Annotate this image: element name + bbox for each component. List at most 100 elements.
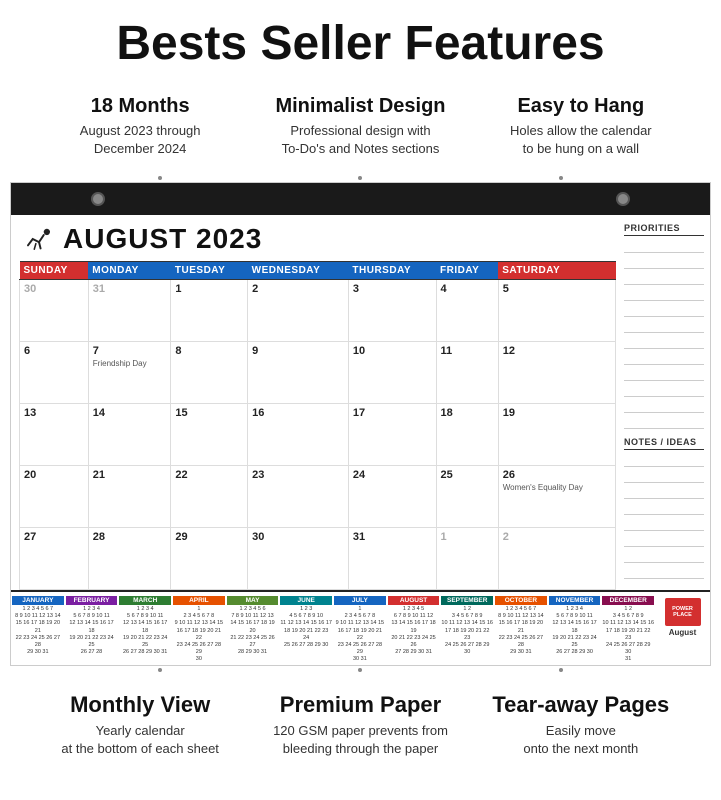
- feature-months-desc: August 2023 throughDecember 2024: [40, 122, 240, 158]
- day-number: 29: [175, 531, 243, 543]
- priority-line: [624, 239, 704, 253]
- feature-hang: Easy to Hang Holes allow the calendarto …: [471, 95, 691, 158]
- mini-month: APRIL12 3 4 5 6 7 89 10 11 12 13 14 1516…: [172, 596, 226, 663]
- mini-month: AUGUST1 2 3 4 56 7 8 9 10 11 1213 14 15 …: [387, 596, 441, 663]
- table-row: 303112345: [20, 280, 616, 342]
- calendar-cell: 20: [20, 466, 89, 528]
- calendar-cell: 5: [498, 280, 615, 342]
- features-top-section: 18 Months August 2023 throughDecember 20…: [0, 85, 721, 174]
- mini-month-dates: 1 2 3 45 6 7 8 9 10 1112 13 14 15 16 17 …: [549, 606, 601, 656]
- calendar-cell: 19: [498, 404, 615, 466]
- day-number: 12: [503, 345, 611, 357]
- mini-month-dates: 1 2 3 4 56 7 8 9 10 11 1213 14 15 16 17 …: [388, 606, 440, 656]
- mini-month-label: JANUARY: [12, 596, 64, 605]
- calendar-cell: 7Friendship Day: [88, 342, 171, 404]
- divider-dot: [358, 176, 362, 180]
- day-number: 18: [441, 407, 494, 419]
- mini-month: NOVEMBER1 2 3 45 6 7 8 9 10 1112 13 14 1…: [548, 596, 602, 663]
- feature-tearaway-heading: Tear-away Pages: [481, 692, 681, 718]
- logo-box: POWER PLACE: [665, 598, 701, 626]
- mini-month: JUNE1 2 34 5 6 7 8 9 1011 12 13 14 15 16…: [279, 596, 333, 663]
- mini-month-dates: 1 2 3 45 6 7 8 9 10 1112 13 14 15 16 17 …: [119, 606, 171, 656]
- feature-design-heading: Minimalist Design: [260, 95, 460, 118]
- priority-line: [624, 319, 704, 333]
- feature-tearaway-desc: Easily moveonto the next month: [481, 722, 681, 758]
- divider-dot: [559, 668, 563, 672]
- calendar-cell: 15: [171, 404, 248, 466]
- calendar-cell: 31: [88, 280, 171, 342]
- day-number: 30: [252, 531, 344, 543]
- feature-hang-heading: Easy to Hang: [481, 95, 681, 118]
- feature-paper-heading: Premium Paper: [260, 692, 460, 718]
- day-number: 23: [252, 469, 344, 481]
- calendar-cell: 30: [248, 528, 349, 590]
- divider-dot: [158, 668, 162, 672]
- day-number: 2: [503, 531, 611, 543]
- col-wednesday: WEDNESDAY: [248, 262, 349, 280]
- mini-month-dates: 1 2 34 5 6 7 8 9 1011 12 13 14 15 16 171…: [280, 606, 332, 649]
- calendar-cell: 17: [348, 404, 436, 466]
- calendar-cell: 2: [248, 280, 349, 342]
- calendar-cell: 26Women's Equality Day: [498, 466, 615, 528]
- calendar-cell: 8: [171, 342, 248, 404]
- feature-months-heading: 18 Months: [40, 95, 240, 118]
- mini-month-label: JULY: [334, 596, 386, 605]
- priority-line: [624, 303, 704, 317]
- calendar-sidebar: PRIORITIES NOTES / IDEAS: [620, 223, 710, 590]
- table-row: 67Friendship Day 89 10 11 12: [20, 342, 616, 404]
- day-number: 1: [175, 283, 243, 295]
- day-number: 30: [24, 283, 84, 295]
- current-month-label: August: [669, 628, 697, 637]
- priority-line: [624, 367, 704, 381]
- mini-month: JULY12 3 4 5 6 7 89 10 11 12 13 14 1516 …: [333, 596, 387, 663]
- divider-dot: [158, 176, 162, 180]
- day-number: 10: [353, 345, 432, 357]
- day-number: 8: [175, 345, 243, 357]
- brand-logo: POWER PLACE August: [655, 596, 710, 639]
- feature-monthly-heading: Monthly View: [40, 692, 240, 718]
- mini-month-dates: 1 23 4 5 6 7 8 910 11 12 13 14 15 1617 1…: [602, 606, 654, 663]
- hanging-hole-left: [91, 192, 105, 206]
- day-number: 25: [441, 469, 494, 481]
- day-number: 16: [252, 407, 344, 419]
- divider-dots-top: [0, 174, 721, 182]
- feature-monthly: Monthly View Yearly calendarat the botto…: [30, 692, 250, 758]
- features-bottom-section: Monthly View Yearly calendarat the botto…: [0, 674, 721, 768]
- day-number: 26: [503, 469, 611, 481]
- col-tuesday: TUESDAY: [171, 262, 248, 280]
- note-line: [624, 485, 704, 499]
- day-number: 11: [441, 345, 494, 357]
- mini-month-label: AUGUST: [388, 596, 440, 605]
- mini-month-dates: 1 2 3 4 5 6 78 9 10 11 12 13 1415 16 17 …: [495, 606, 547, 656]
- day-number: 9: [252, 345, 344, 357]
- calendar-cell: 1: [171, 280, 248, 342]
- feature-months: 18 Months August 2023 throughDecember 20…: [30, 95, 250, 158]
- day-number: 17: [353, 407, 432, 419]
- calendar-cell: 21: [88, 466, 171, 528]
- calendar-cell: 13: [20, 404, 89, 466]
- calendar-grid: SUNDAY MONDAY TUESDAY WEDNESDAY THURSDAY…: [19, 261, 616, 590]
- priority-line: [624, 287, 704, 301]
- priority-line: [624, 383, 704, 397]
- hanging-bar: [11, 183, 710, 215]
- notes-lines: [624, 453, 704, 579]
- note-line: [624, 501, 704, 515]
- feature-paper-desc: 120 GSM paper prevents frombleeding thro…: [260, 722, 460, 758]
- mini-month-label: NOVEMBER: [549, 596, 601, 605]
- note-line: [624, 533, 704, 547]
- calendar-cell: 24: [348, 466, 436, 528]
- calendar-cell: 30: [20, 280, 89, 342]
- note-line: [624, 549, 704, 563]
- calendar-cell: 16: [248, 404, 349, 466]
- mini-month: FEBRUARY1 2 3 45 6 7 8 9 10 1112 13 14 1…: [65, 596, 119, 663]
- mini-month-label: FEBRUARY: [66, 596, 118, 605]
- calendar-cell: 6: [20, 342, 89, 404]
- day-number: 31: [93, 283, 167, 295]
- col-friday: FRIDAY: [436, 262, 498, 280]
- mini-month: DECEMBER1 23 4 5 6 7 8 910 11 12 13 14 1…: [601, 596, 655, 663]
- divider-dots-bottom: [0, 666, 721, 674]
- mini-calendar-strip: JANUARY 1 2 3 4 5 6 78 9 10 11 12 13 1415…: [11, 590, 710, 665]
- day-number: 24: [353, 469, 432, 481]
- day-number: 20: [24, 469, 84, 481]
- priorities-label: PRIORITIES: [624, 223, 704, 236]
